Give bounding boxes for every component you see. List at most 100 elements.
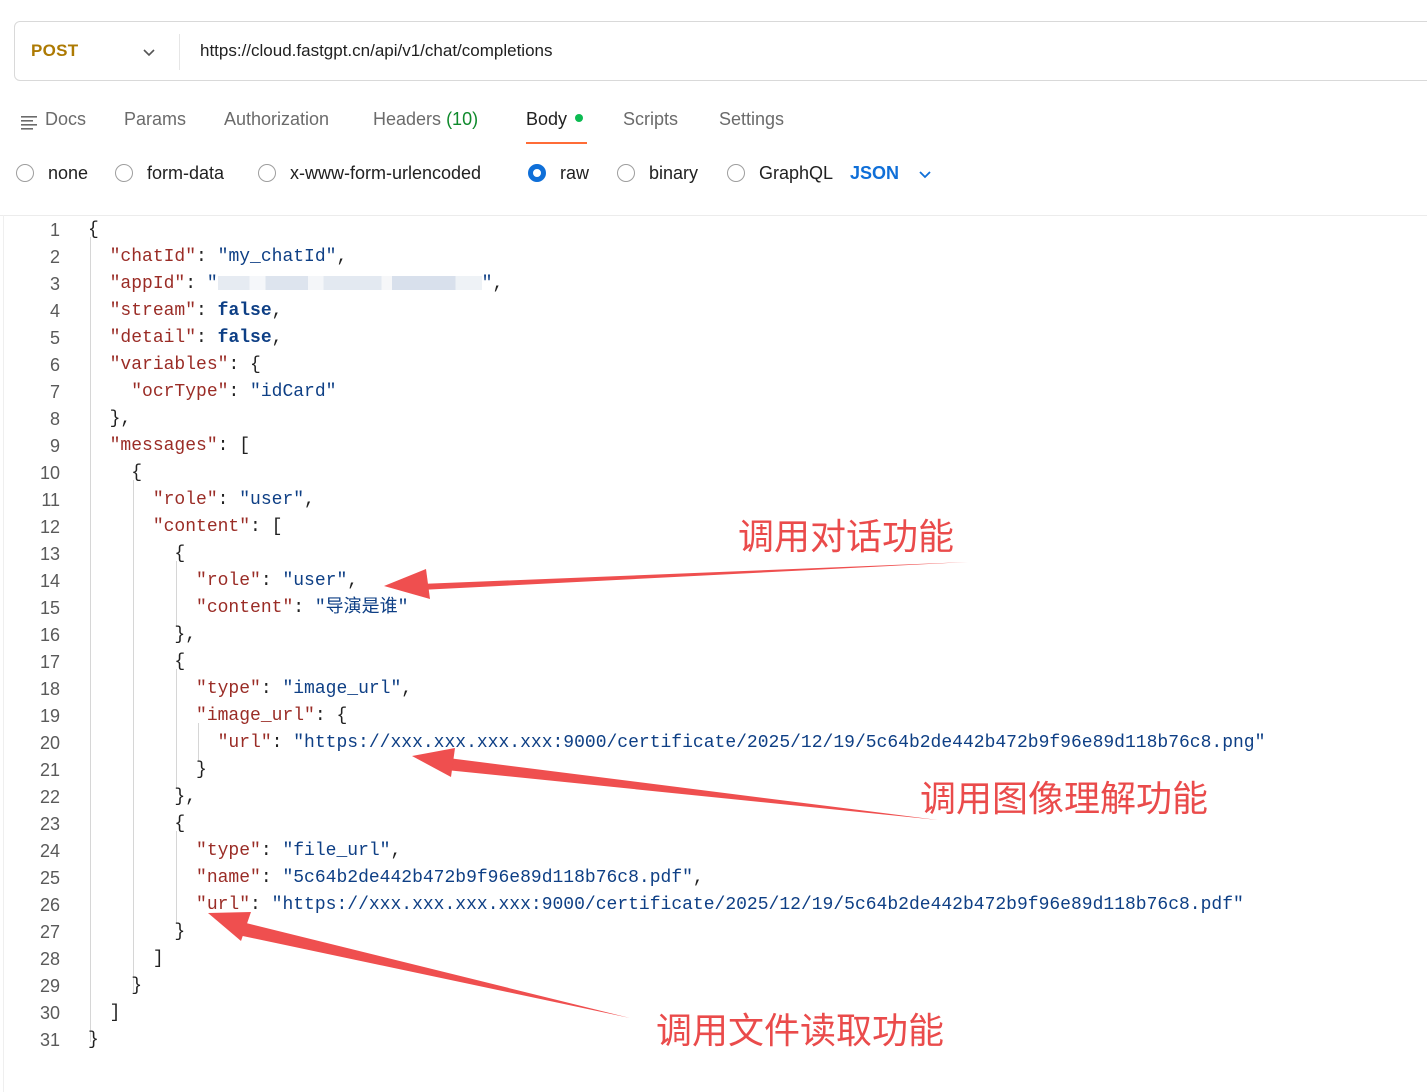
code-text: }: [88, 1030, 99, 1050]
chevron-down-icon[interactable]: [917, 166, 933, 182]
code-line: 14 "role": "user",: [0, 568, 1427, 595]
json-value: "image_url": [282, 679, 402, 699]
json-key: "content": [152, 517, 251, 537]
radio-graphql-label[interactable]: GraphQL: [759, 163, 833, 184]
line-number: 13: [39, 544, 60, 564]
tab-authorization[interactable]: Authorization: [224, 109, 329, 130]
code-line: 11 "role": "user",: [0, 487, 1427, 514]
json-key: "detail": [109, 328, 197, 348]
docs-icon: [21, 116, 37, 130]
method-select[interactable]: POST: [31, 41, 79, 61]
json-key: "role": [196, 571, 261, 591]
json-key: "url": [217, 733, 272, 753]
radio-urlencoded[interactable]: [258, 164, 276, 182]
line-number: 18: [39, 679, 60, 699]
line-number: 9: [49, 436, 60, 456]
json-key: "chatId": [109, 247, 197, 267]
status-dot: [575, 114, 584, 123]
code-line: 12 "content": [: [0, 514, 1427, 541]
radio-form-data-label[interactable]: form-data: [147, 163, 224, 184]
headers-count: (10): [446, 109, 479, 129]
radio-form-data[interactable]: [115, 164, 133, 182]
radio-urlencoded-label[interactable]: x-www-form-urlencoded: [290, 163, 481, 184]
line-number: 30: [39, 1003, 60, 1023]
line-number: 22: [39, 787, 60, 807]
line-number: 1: [49, 220, 60, 240]
url-input[interactable]: https://cloud.fastgpt.cn/api/v1/chat/com…: [200, 41, 552, 61]
line-number: 2: [49, 247, 60, 267]
code-text: "messages": [: [109, 436, 251, 456]
json-key: "stream": [109, 301, 197, 321]
json-value: "file_url": [282, 841, 391, 861]
code-text: ]: [109, 1003, 121, 1023]
code-text: },: [174, 625, 197, 645]
line-number: 19: [39, 706, 60, 726]
code-line: 3 "appId": " ",: [0, 271, 1427, 298]
chevron-down-icon[interactable]: [141, 44, 157, 60]
code-line: 8 },: [0, 406, 1427, 433]
url-divider: [179, 34, 180, 70]
line-number: 20: [39, 733, 60, 753]
radio-raw[interactable]: [528, 164, 546, 182]
json-key: "url": [196, 895, 251, 915]
code-line: 21 }: [0, 757, 1427, 784]
tab-body[interactable]: Body: [526, 109, 584, 130]
active-tab-indicator: [526, 142, 587, 144]
code-line: 26 "url": "https://xxx.xxx.xxx.xxx:9000/…: [0, 892, 1427, 919]
request-tabs: Docs Params Authorization Headers (10) B…: [0, 104, 1427, 144]
tab-params[interactable]: Params: [124, 109, 186, 130]
line-number: 5: [49, 328, 60, 348]
code-text: {: [174, 652, 186, 672]
tab-docs[interactable]: Docs: [45, 109, 86, 130]
radio-none[interactable]: [16, 164, 34, 182]
json-value: "user": [282, 571, 348, 591]
radio-binary-label[interactable]: binary: [649, 163, 698, 184]
json-value: "user": [239, 490, 305, 510]
code-text: "variables": {: [109, 355, 261, 375]
code-text: "content": [: [152, 517, 283, 537]
code-line: 10 {: [0, 460, 1427, 487]
line-number: 25: [39, 868, 60, 888]
json-key: "messages": [109, 436, 218, 456]
code-line: 15 "content": "导演是谁": [0, 595, 1427, 622]
line-number: 6: [49, 355, 60, 375]
code-text: ]: [152, 949, 164, 969]
line-number: 26: [39, 895, 60, 915]
radio-binary[interactable]: [617, 164, 635, 182]
tab-body-label: Body: [526, 109, 568, 129]
radio-none-label[interactable]: none: [48, 163, 88, 184]
tab-headers[interactable]: Headers (10): [373, 109, 478, 130]
code-line: 7 "ocrType": "idCard": [0, 379, 1427, 406]
line-number: 31: [39, 1030, 60, 1050]
line-number: 27: [39, 922, 60, 942]
code-line: 16 },: [0, 622, 1427, 649]
code-line: 24 "type": "file_url",: [0, 838, 1427, 865]
code-text: "url": "https://xxx.xxx.xxx.xxx:9000/cer…: [217, 733, 1266, 753]
code-text: "content": "导演是谁": [196, 598, 409, 618]
json-key: "type": [196, 841, 261, 861]
radio-graphql[interactable]: [727, 164, 745, 182]
json-key: "image_url": [196, 706, 315, 726]
code-line: 1{: [0, 217, 1427, 244]
code-text: },: [174, 787, 197, 807]
tab-scripts[interactable]: Scripts: [623, 109, 678, 130]
line-number: 12: [39, 517, 60, 537]
format-select[interactable]: JSON: [850, 163, 899, 184]
tab-headers-label: Headers: [373, 109, 442, 129]
code-line: 22 },: [0, 784, 1427, 811]
code-line: 20 "url": "https://xxx.xxx.xxx.xxx:9000/…: [0, 730, 1427, 757]
json-value: "https://xxx.xxx.xxx.xxx:9000/certificat…: [271, 895, 1244, 915]
code-editor[interactable]: 1{ 2 "chatId": "my_chatId", 3 "appId": "…: [0, 217, 1427, 1092]
code-text: }: [174, 922, 186, 942]
code-line: 9 "messages": [: [0, 433, 1427, 460]
code-text: "url": "https://xxx.xxx.xxx.xxx:9000/cer…: [196, 895, 1244, 915]
code-text: {: [174, 814, 186, 834]
code-text: "name": "5c64b2de442b472b9f96e89d118b76c…: [196, 868, 704, 888]
radio-raw-label[interactable]: raw: [560, 163, 589, 184]
body-type-selector: none form-data x-www-form-urlencoded raw…: [0, 158, 1427, 192]
code-text: "image_url": {: [196, 706, 348, 726]
json-key: "appId": [109, 274, 186, 294]
code-text: "appId": " ",: [109, 274, 504, 294]
tab-settings[interactable]: Settings: [719, 109, 784, 130]
code-text: }: [196, 760, 207, 780]
